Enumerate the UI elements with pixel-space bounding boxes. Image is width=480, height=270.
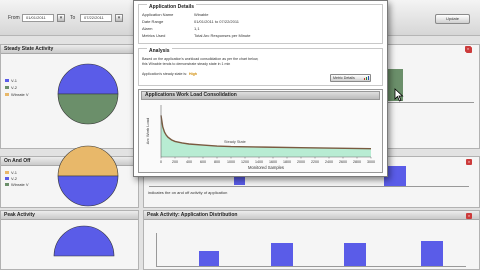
pie-slice-v2[interactable] bbox=[57, 93, 119, 125]
detail-value: Total Arc Responses per Minute bbox=[194, 33, 251, 38]
pie-slice-v1[interactable] bbox=[57, 63, 119, 95]
on-and-off-pie[interactable] bbox=[57, 145, 119, 207]
chart-area bbox=[161, 115, 371, 157]
detail-key: Alarm bbox=[142, 26, 153, 31]
workload-chart[interactable]: 0 200 400 600 800 1000 1200 1400 1600 1800 2000 220… bbox=[139, 101, 382, 173]
peak-distribution-title: Peak Activity: Application Distribution bbox=[144, 211, 479, 220]
analysis-text: this Winable tends to demonstrate steady… bbox=[142, 62, 231, 66]
legend-label: V-2 bbox=[11, 85, 18, 90]
detail-value: Winable bbox=[194, 12, 209, 17]
x-tick-label: 1000 bbox=[227, 160, 235, 164]
legend-swatch bbox=[5, 183, 9, 186]
from-calendar-icon[interactable]: ▾ bbox=[57, 14, 65, 22]
steady-state-annotation: Steady State bbox=[224, 140, 246, 144]
on-and-off-note: indicates the on and off activity of app… bbox=[148, 190, 228, 195]
legend-label: Winrate V bbox=[11, 182, 29, 187]
legend-swatch bbox=[5, 86, 9, 89]
legend-label: V-1 bbox=[11, 170, 18, 175]
to-label: To bbox=[70, 15, 76, 21]
x-tick-label: 2800 bbox=[353, 160, 361, 164]
legend-label: Winrate V bbox=[11, 92, 29, 97]
from-label: From bbox=[8, 15, 20, 21]
peak-activity-title: Peak Activity bbox=[1, 211, 138, 220]
x-tick-label: 0 bbox=[160, 160, 162, 164]
to-calendar-icon[interactable]: ▾ bbox=[115, 14, 123, 22]
analysis-title: Analysis bbox=[147, 48, 172, 54]
x-tick-label: 2000 bbox=[297, 160, 305, 164]
x-tick-label: 200 bbox=[172, 160, 178, 164]
x-tick-label: 600 bbox=[200, 160, 206, 164]
to-date-input[interactable]: 07/22/2011 bbox=[80, 14, 112, 22]
detail-value: 01/01/2011 to 07/22/2011 bbox=[194, 19, 240, 24]
detail-key: Application Name bbox=[142, 12, 174, 17]
legend-swatch bbox=[5, 93, 9, 96]
axis-line bbox=[382, 102, 474, 103]
metric-details-label: Metric Details bbox=[333, 76, 355, 80]
steady-state-title: Steady State Activity bbox=[1, 45, 138, 54]
axis-line bbox=[149, 186, 469, 187]
legend-swatch bbox=[5, 177, 9, 180]
chart-title: Applications Work Load Consolidation bbox=[141, 91, 380, 100]
detail-value: 1,1 bbox=[194, 26, 200, 31]
peak-activity-pie[interactable] bbox=[53, 225, 115, 270]
steady-state-value: High bbox=[189, 72, 197, 76]
close-icon[interactable]: × bbox=[466, 213, 472, 219]
details-title: Application Details bbox=[147, 4, 197, 10]
update-button[interactable]: Update bbox=[435, 14, 470, 24]
bar[interactable] bbox=[271, 243, 293, 266]
bar[interactable] bbox=[421, 241, 443, 266]
application-details-dialog: Application Details Application Name Win… bbox=[133, 0, 388, 177]
chart-icon bbox=[364, 76, 369, 80]
x-tick-label: 3000 bbox=[367, 160, 375, 164]
pie-slice-orange[interactable] bbox=[57, 145, 119, 177]
pie-slice-blue[interactable] bbox=[57, 175, 119, 207]
x-tick-label: 1600 bbox=[269, 160, 277, 164]
peak-distribution-panel: Peak Activity: Application Distribution … bbox=[143, 210, 480, 270]
detail-key: Date Range bbox=[142, 19, 164, 24]
peak-activity-panel: Peak Activity bbox=[0, 210, 139, 270]
legend-swatch bbox=[5, 171, 9, 174]
pie-slice-peak[interactable] bbox=[53, 225, 115, 257]
bar[interactable] bbox=[199, 251, 219, 266]
mouse-cursor-icon bbox=[394, 88, 404, 102]
chart-series-line bbox=[160, 115, 372, 150]
x-tick-label: 400 bbox=[186, 160, 192, 164]
y-axis-label: Arc Work Load bbox=[145, 118, 150, 144]
close-icon[interactable]: × bbox=[465, 46, 471, 52]
x-tick-label: 2600 bbox=[339, 160, 347, 164]
x-tick-label: 1800 bbox=[283, 160, 291, 164]
detail-key: Metrics Used bbox=[142, 33, 166, 38]
x-tick-label: 2200 bbox=[311, 160, 319, 164]
bar[interactable] bbox=[344, 243, 366, 266]
steady-state-label: Application's steady state is: bbox=[142, 72, 188, 76]
x-tick-label: 1400 bbox=[255, 160, 263, 164]
from-date-input[interactable]: 01/01/2011 bbox=[22, 14, 54, 22]
steady-state-pie[interactable] bbox=[57, 63, 119, 125]
x-tick-label: 1200 bbox=[241, 160, 249, 164]
legend-swatch bbox=[5, 79, 9, 82]
x-axis-label: Monitored Samples bbox=[248, 165, 284, 170]
close-icon[interactable]: × bbox=[466, 159, 472, 165]
x-axis bbox=[156, 266, 466, 267]
details-section: Application Details Application Name Win… bbox=[138, 4, 383, 44]
x-tick-label: 800 bbox=[214, 160, 220, 164]
x-tick-label: 2400 bbox=[325, 160, 333, 164]
legend-label: V-1 bbox=[11, 78, 18, 83]
legend-label: V-2 bbox=[11, 176, 18, 181]
metric-details-button[interactable]: Metric Details bbox=[330, 74, 371, 82]
workload-chart-panel: Applications Work Load Consolidation 0 20… bbox=[138, 89, 383, 173]
y-axis bbox=[156, 233, 157, 267]
steady-state-panel: Steady State Activity V-1 V-2 Winrate V bbox=[0, 44, 139, 149]
